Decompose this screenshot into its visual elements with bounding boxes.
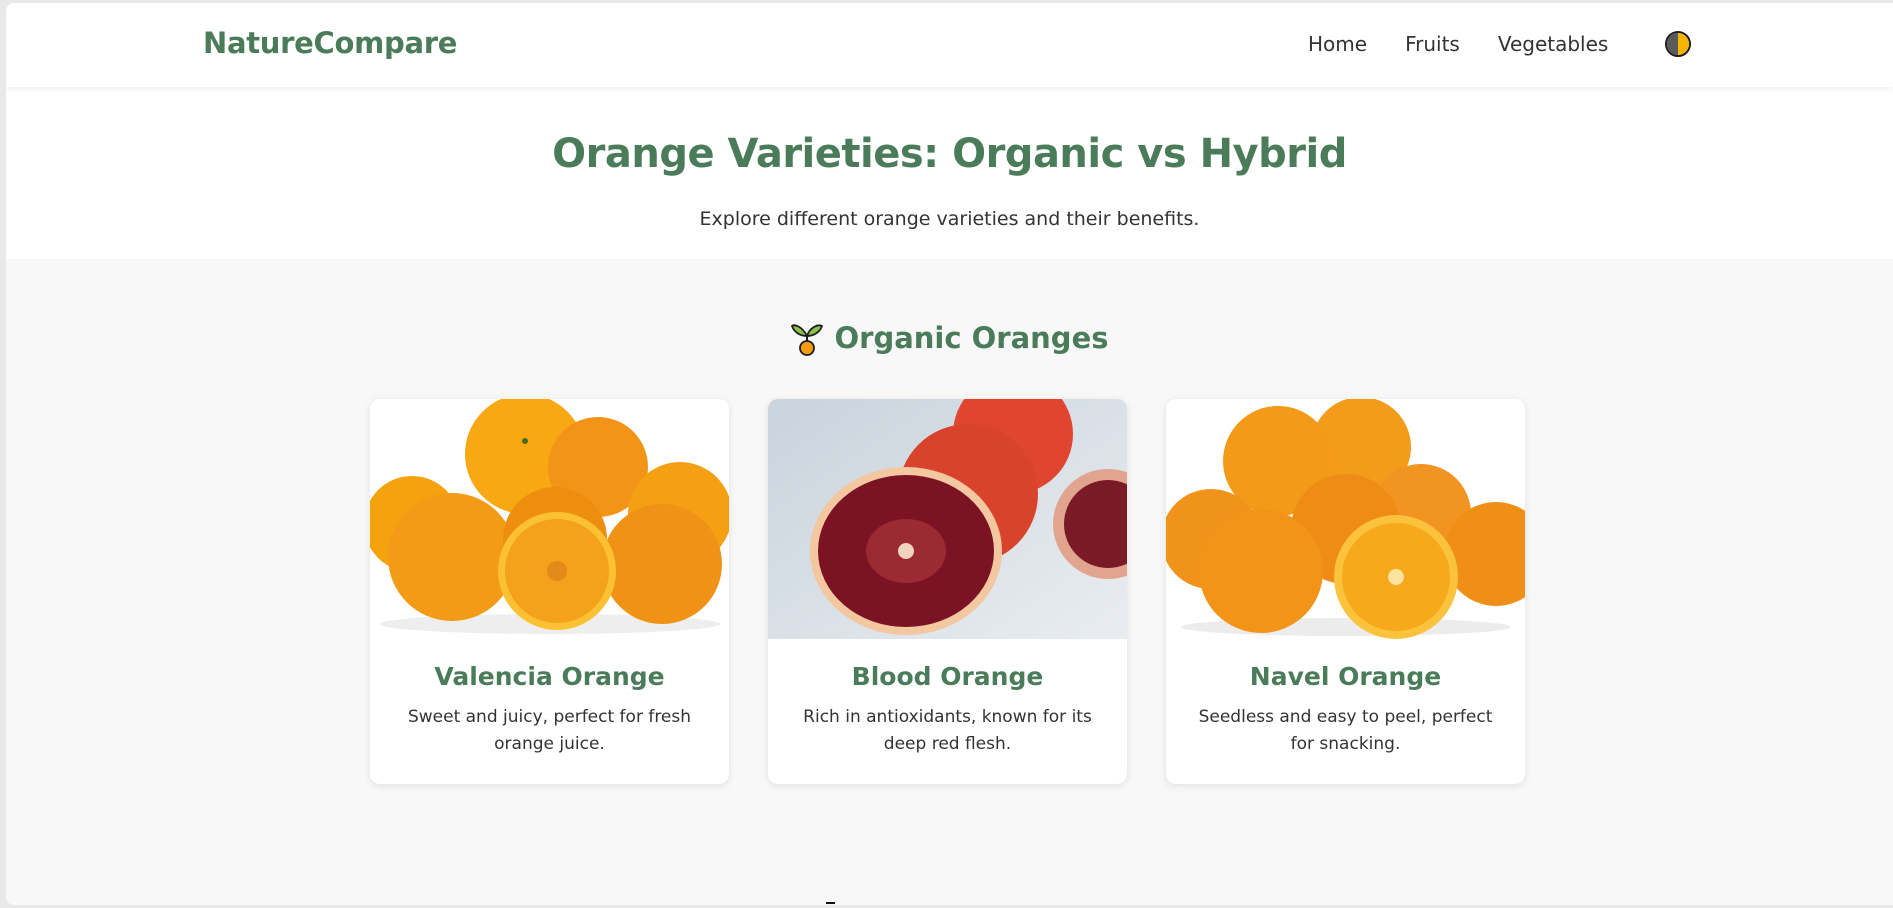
hero-section: Orange Varieties: Organic vs Hybrid Expl… — [6, 87, 1893, 259]
card-description: Rich in antioxidants, known for its deep… — [803, 707, 1092, 754]
nav-link-vegetables[interactable]: Vegetables — [1498, 32, 1609, 56]
nav-links: Home Fruits Vegetables — [1308, 32, 1608, 56]
browser-viewport: NatureCompare Home Fruits Vegetables Ora… — [6, 3, 1893, 905]
card-blood-orange[interactable]: Blood Orange Rich in antioxidants, known… — [768, 399, 1127, 784]
card-grid: Valencia Orange Sweet and juicy, perfect… — [370, 399, 1525, 784]
card-title: Navel Orange — [1249, 662, 1442, 691]
card-valencia-orange[interactable]: Valencia Orange Sweet and juicy, perfect… — [370, 399, 729, 784]
section-title: Organic Oranges — [834, 321, 1109, 355]
section-heading: Organic Oranges — [6, 320, 1893, 356]
card-description: Sweet and juicy, perfect for fresh orang… — [407, 707, 692, 754]
page-title: Orange Varieties: Organic vs Hybrid — [552, 131, 1347, 177]
card-navel-orange[interactable]: Navel Orange Seedless and easy to peel, … — [1166, 399, 1525, 784]
valencia-orange-image — [370, 399, 729, 639]
nav-link-fruits[interactable]: Fruits — [1405, 32, 1460, 56]
brand-logo[interactable]: NatureCompare — [203, 26, 457, 60]
blood-orange-image — [768, 399, 1127, 639]
card-title: Blood Orange — [851, 662, 1044, 691]
theme-toggle-icon[interactable] — [1665, 31, 1691, 57]
nav-link-home[interactable]: Home — [1308, 32, 1367, 56]
card-description: Seedless and easy to peel, perfect for s… — [1198, 707, 1493, 754]
sprout-icon — [791, 324, 824, 356]
navbar: NatureCompare Home Fruits Vegetables — [6, 3, 1893, 87]
card-title: Valencia Orange — [434, 662, 665, 691]
navel-orange-image — [1166, 399, 1525, 639]
page-subtitle: Explore different orange varieties and t… — [699, 208, 1200, 230]
scroll-indicator — [826, 902, 835, 904]
